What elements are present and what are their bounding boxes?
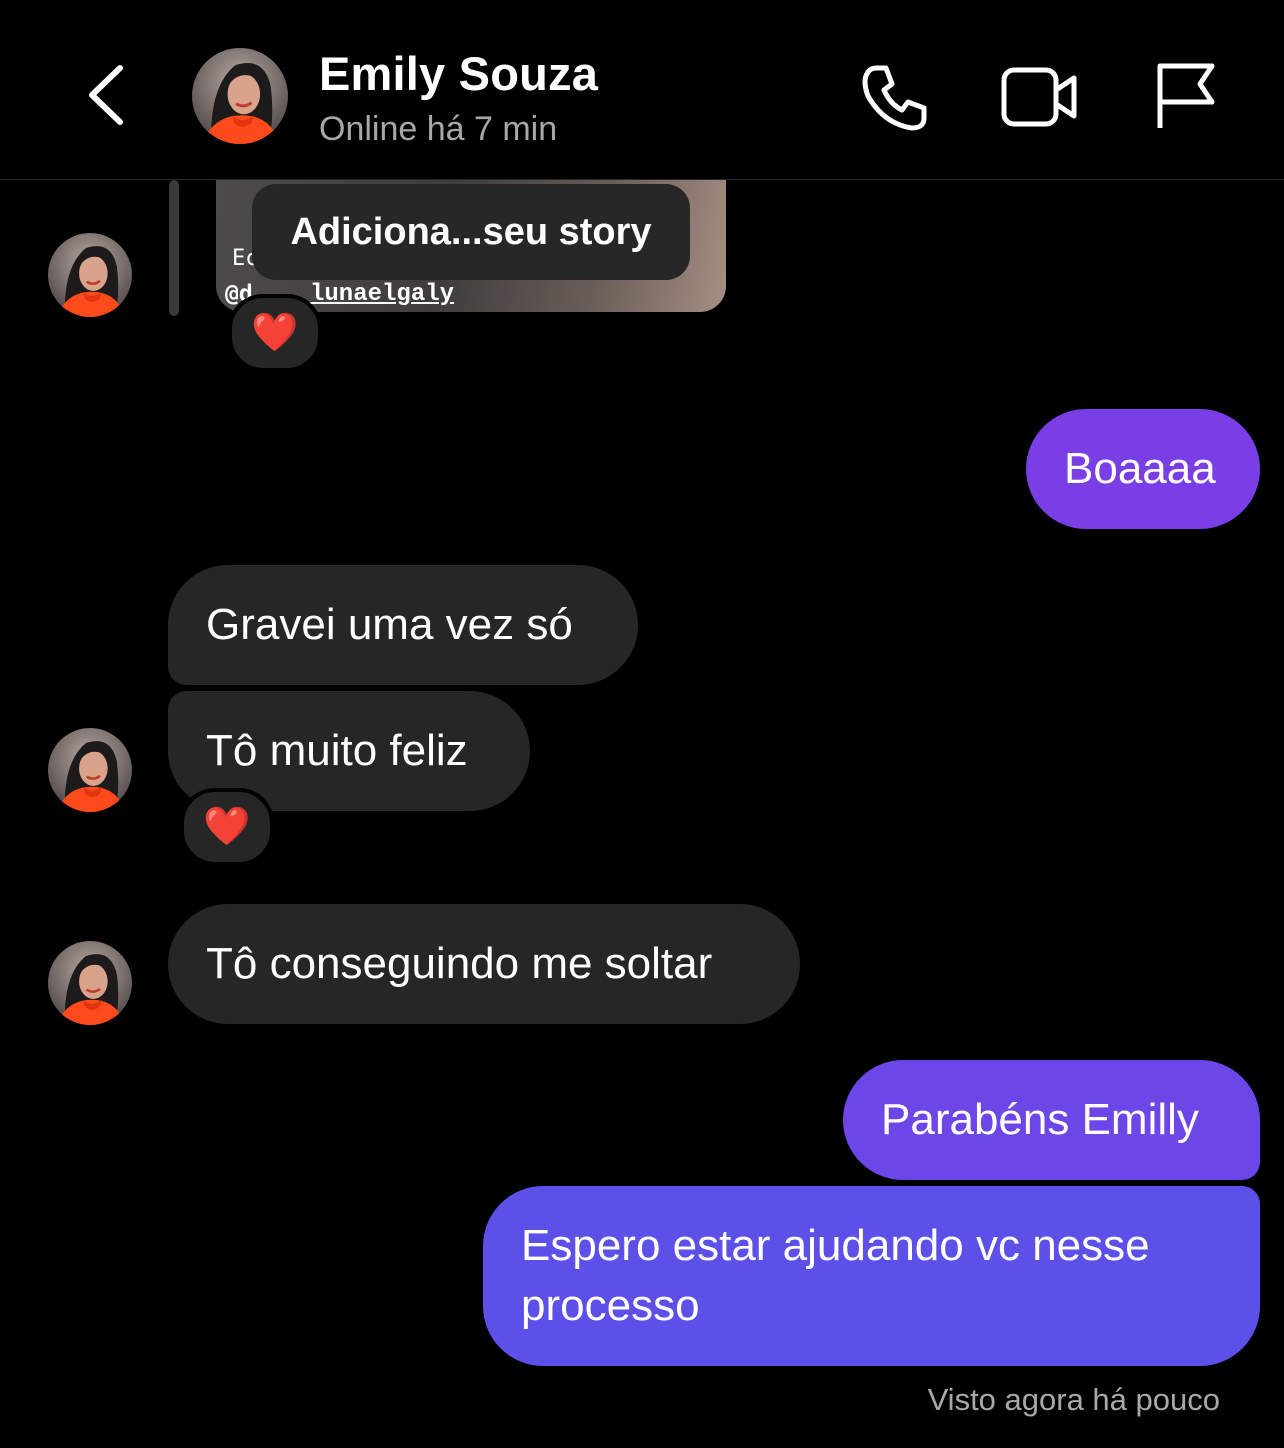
seen-status: Visto agora há pouco	[927, 1382, 1220, 1417]
message-text: Espero estar ajudando vc nesse processo	[521, 1221, 1150, 1330]
heart-icon: ❤️	[203, 806, 251, 848]
outgoing-message[interactable]: Espero estar ajudando vc nesse processo	[483, 1186, 1260, 1366]
contact-avatar[interactable]	[48, 233, 132, 317]
message-text: Tô muito feliz	[206, 726, 468, 775]
back-arrow-icon[interactable]	[80, 60, 140, 130]
chat-header: Emily Souza Online há 7 min	[0, 0, 1284, 180]
message-text: Tô conseguindo me soltar	[206, 939, 713, 988]
outgoing-message[interactable]: Boaaaa	[1026, 409, 1260, 529]
message-text: Boaaaa	[1064, 444, 1216, 493]
heart-icon: ❤️	[251, 312, 299, 354]
incoming-message[interactable]: Gravei uma vez só	[168, 565, 638, 685]
incoming-message[interactable]: Tô conseguindo me soltar	[168, 904, 800, 1024]
online-status: Online há 7 min	[319, 110, 558, 148]
contact-avatar[interactable]	[48, 728, 132, 812]
video-camera-icon[interactable]	[1000, 58, 1080, 138]
phone-icon[interactable]	[854, 58, 934, 138]
message-text: Parabéns Emilly	[881, 1095, 1199, 1144]
contact-avatar[interactable]	[192, 48, 288, 144]
heart-reaction[interactable]: ❤️	[180, 788, 274, 866]
story-mention-handle[interactable]: lunaelgaly	[310, 281, 454, 308]
reply-indicator-bar	[169, 180, 179, 316]
story-label: Adiciona...seu story	[252, 184, 690, 280]
flag-icon[interactable]	[1150, 58, 1230, 138]
heart-reaction[interactable]: ❤️	[228, 294, 322, 372]
outgoing-message[interactable]: Parabéns Emilly	[843, 1060, 1260, 1180]
contact-name[interactable]: Emily Souza	[319, 46, 598, 101]
message-text: Gravei uma vez só	[206, 600, 573, 649]
contact-avatar[interactable]	[48, 941, 132, 1025]
